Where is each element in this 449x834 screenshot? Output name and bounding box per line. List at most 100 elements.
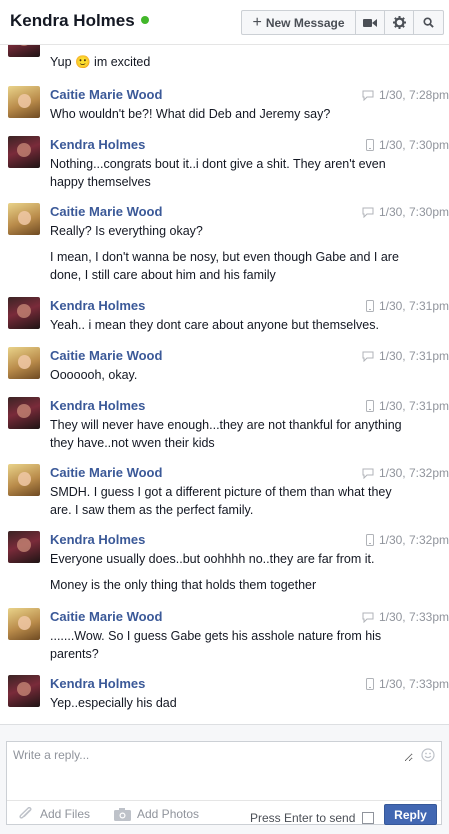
avatar[interactable] [8,608,40,640]
message-text: Really? Is everything okay? I mean, I do… [50,222,402,284]
message-line: .......Wow. So I guess Gabe gets his ass… [50,629,382,661]
mobile-phone-icon [365,400,374,412]
avatar[interactable] [8,675,40,707]
timestamp: 1/30, 7:30pm [378,138,449,152]
message-meta: 1/30, 7:31pm [365,399,449,413]
timestamp: 1/30, 7:33pm [378,610,449,624]
avatar[interactable] [8,397,40,429]
plus-icon: + [252,13,262,31]
timestamp: 1/30, 7:33pm [378,677,449,691]
message-meta: 1/30, 7:33pm [362,610,449,624]
sender-name[interactable]: Kendra Holmes [50,532,145,547]
timestamp: 1/30, 7:32pm [378,533,449,547]
avatar[interactable] [8,347,40,379]
message-meta: 1/30, 7:32pm [362,466,449,480]
message-text: Yep..especially his dad [50,694,402,712]
press-enter-to-send[interactable]: Press Enter to send [250,811,375,825]
message-line: Who wouldn't be?! What did Deb and Jerem… [50,107,331,121]
message-meta: 1/30, 7:30pm [365,138,449,152]
message-meta: 1/30, 7:31pm [362,349,449,363]
avatar[interactable] [8,531,40,563]
add-files-button[interactable]: Add Files [18,807,90,821]
message-text: Who wouldn't be?! What did Deb and Jerem… [50,105,402,123]
avatar[interactable] [8,136,40,168]
sender-name[interactable]: Caitie Marie Wood [50,609,162,624]
message-text: Nothing...congrats bout it..i dont give … [50,155,402,191]
avatar[interactable] [8,45,40,57]
sender-name[interactable]: Kendra Holmes [50,298,145,313]
conversation-title[interactable]: Kendra Holmes [10,11,149,31]
mobile-phone-icon [365,139,374,151]
smiley-icon [421,748,435,762]
avatar[interactable] [8,297,40,329]
message-line: Yup 🙂 im excited [50,55,151,69]
chat-bubble-icon [362,612,374,623]
composer-actions: Add Files Add Photos Press Enter to send… [7,800,441,826]
press-enter-checkbox[interactable] [362,812,375,824]
mobile-phone-icon [365,534,374,546]
message-text: Yeah.. i mean they dont care about anyon… [50,316,402,334]
timestamp: 1/30, 7:28pm [378,88,449,102]
message-meta: 1/30, 7:32pm [365,533,449,547]
gear-icon [392,16,406,29]
message-line: Everyone usually does..but oohhhh no..th… [50,552,375,566]
message-text: Ooooooh, okay. [50,366,402,384]
add-photos-button[interactable]: Add Photos [114,807,199,821]
message-line: Money is the only thing that holds them … [50,578,317,592]
mobile-phone-icon [365,300,374,312]
message-meta: 1/30, 7:31pm [365,299,449,313]
new-message-button[interactable]: + New Message [242,11,356,34]
sender-name[interactable]: Caitie Marie Wood [50,465,162,480]
video-camera-icon [363,18,377,27]
sender-name[interactable]: Kendra Holmes [50,137,145,152]
message-meta: 1/30, 7:30pm [362,205,449,219]
chat-bubble-icon [362,351,374,362]
paperclip-icon [19,807,32,819]
timestamp: 1/30, 7:31pm [378,399,449,413]
message-meta: 1/30, 7:33pm [365,677,449,691]
sender-name[interactable]: Caitie Marie Wood [50,204,162,219]
emoji-button[interactable] [421,748,435,767]
message-line: They will never have enough...they are n… [50,418,402,450]
message-line: Ooooooh, okay. [50,368,138,382]
mobile-phone-icon [365,678,374,690]
chat-bubble-icon [362,468,374,479]
add-files-label: Add Files [40,807,91,821]
reply-box: Add Files Add Photos Press Enter to send… [6,741,442,825]
avatar[interactable] [8,464,40,496]
avatar[interactable] [8,86,40,118]
message-line: Yeah.. i mean they dont care about anyon… [50,318,379,332]
timestamp: 1/30, 7:31pm [378,349,449,363]
timestamp: 1/30, 7:32pm [378,466,449,480]
sender-name[interactable]: Kendra Holmes [50,398,145,413]
message-text: SMDH. I guess I got a different picture … [50,483,402,519]
message-text: They will never have enough...they are n… [50,416,402,452]
add-photos-label: Add Photos [137,807,200,821]
settings-button[interactable] [385,11,414,34]
chat-bubble-icon [362,90,374,101]
message-meta: 1/30, 7:28pm [362,88,449,102]
search-icon [423,17,434,28]
message-thread[interactable]: Yup 🙂 im excited Caitie Marie Wood 1/30,… [0,45,449,724]
reply-input[interactable] [13,748,413,762]
message-line: Nothing...congrats bout it..i dont give … [50,157,386,189]
sender-name[interactable]: Caitie Marie Wood [50,348,162,363]
contact-name[interactable]: Kendra Holmes [10,11,135,30]
message-line: I mean, I don't wanna be nosy, but even … [50,250,399,282]
message-line: Really? Is everything okay? [50,224,203,238]
timestamp: 1/30, 7:31pm [378,299,449,313]
message-line: SMDH. I guess I got a different picture … [50,485,392,517]
sender-name[interactable]: Kendra Holmes [50,676,145,691]
new-message-label: New Message [265,15,345,30]
message-line: Yep..especially his dad [50,696,177,710]
message-text: .......Wow. So I guess Gabe gets his ass… [50,627,402,663]
video-call-button[interactable] [356,11,385,34]
chat-bubble-icon [362,207,374,218]
reply-button[interactable]: Reply [384,804,437,825]
message-text: Everyone usually does..but oohhhh no..th… [50,550,402,594]
message-text: Yup 🙂 im excited [50,53,402,71]
search-button[interactable] [414,11,443,34]
press-enter-label: Press Enter to send [250,811,356,825]
sender-name[interactable]: Caitie Marie Wood [50,87,162,102]
avatar[interactable] [8,203,40,235]
